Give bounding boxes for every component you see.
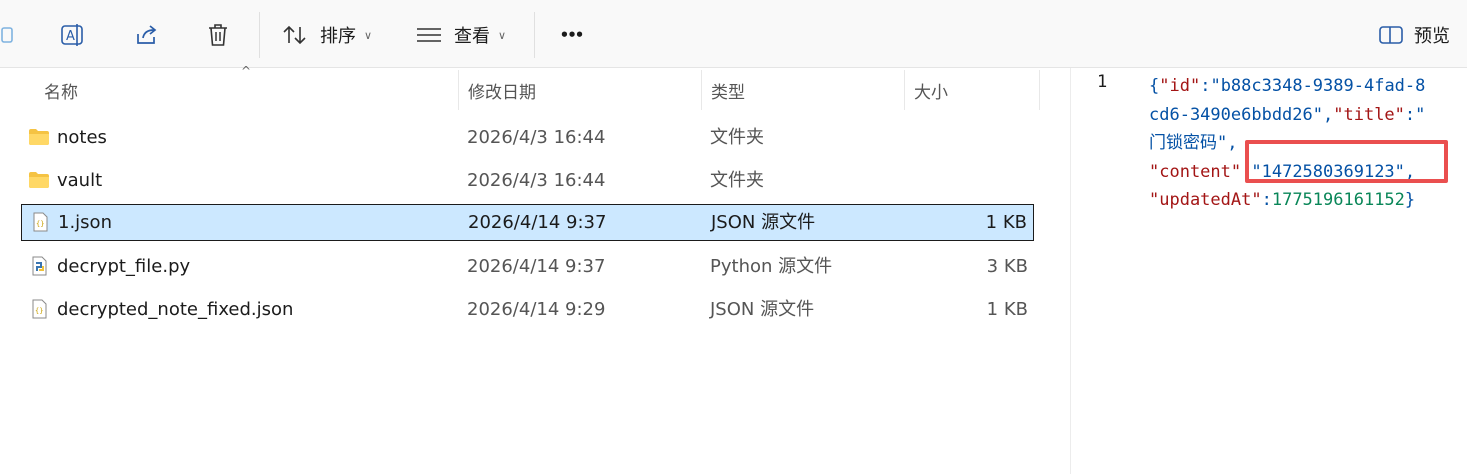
file-row-1-json[interactable]: {} 1.json 2026/4/14 9:37 JSON 源文件 1 KB [21, 204, 1034, 241]
code-token: cd6-3490e6bbdd26" [1149, 104, 1323, 125]
code-line: {"id":"b88c3348-9389-4fad-8 [1149, 72, 1467, 101]
code-line: "updatedAt":1775196161152} [1149, 186, 1467, 215]
code-token: "title" [1333, 104, 1405, 125]
command-bar: A 排序 ∨ 查看 ∨ ••• 预览 [0, 0, 1467, 68]
file-list: ^ 名称 修改日期 类型 大小 notes 2026/4/3 16:44 文件夹… [0, 64, 1040, 474]
file-type: 文件夹 [710, 170, 764, 191]
rename-icon[interactable]: A [50, 14, 96, 56]
column-separator[interactable] [458, 70, 459, 110]
code-token: } [1404, 190, 1416, 210]
file-type: 文件夹 [710, 127, 764, 148]
share-icon[interactable] [124, 14, 170, 56]
file-date: 2026/4/14 9:37 [468, 212, 607, 233]
preview-pane: 1 {"id":"b88c3348-9389-4fad-8 cd6-3490e6b… [1071, 68, 1467, 474]
paste-icon[interactable] [0, 14, 18, 56]
file-date: 2026/4/3 16:44 [467, 127, 606, 148]
file-name: decrypt_file.py [57, 256, 191, 277]
code-token: "b88c3348-9389-4fad-8 [1210, 76, 1426, 96]
file-date: 2026/4/14 9:29 [467, 299, 606, 320]
code-token: "content" [1149, 161, 1242, 182]
toolbar-separator [259, 12, 260, 58]
toolbar-separator [534, 12, 535, 58]
code-token: "updatedAt" [1149, 190, 1262, 210]
file-date: 2026/4/3 16:44 [467, 170, 606, 191]
code-token: { [1149, 76, 1160, 96]
sort-label: 排序 [320, 26, 356, 47]
sort-button[interactable]: 排序 ∨ [276, 14, 380, 56]
svg-text:{}: {} [35, 307, 43, 315]
file-name: decrypted_note_fixed.json [57, 299, 294, 320]
file-type: Python 源文件 [710, 256, 833, 277]
folder-icon [29, 129, 49, 145]
preview-pane-button[interactable]: 预览 [1372, 14, 1462, 56]
file-row-notes[interactable]: notes 2026/4/3 16:44 文件夹 [21, 119, 1034, 156]
view-label: 查看 [454, 26, 490, 47]
column-separator[interactable] [1039, 70, 1040, 110]
file-date: 2026/4/14 9:37 [467, 256, 606, 277]
json-file-icon: {} [32, 299, 47, 319]
code-token: , [1323, 104, 1334, 125]
column-separator[interactable] [904, 70, 905, 110]
code-line: cd6-3490e6bbdd26","title":" [1149, 101, 1467, 130]
file-row-decrypted-note-fixed-json[interactable]: {} decrypted_note_fixed.json 2026/4/14 9… [21, 291, 1034, 328]
code-token: "id" [1159, 76, 1201, 96]
file-row-decrypt-file-py[interactable]: decrypt_file.py 2026/4/14 9:37 Python 源文… [21, 248, 1034, 285]
file-name: vault [57, 170, 103, 191]
code-token: " [1415, 104, 1426, 125]
json-file-icon: {} [33, 212, 48, 232]
column-header-date[interactable]: 修改日期 [468, 68, 698, 112]
line-number: 1 [1097, 72, 1108, 92]
file-type: JSON 源文件 [710, 299, 815, 320]
file-size: 1 KB [985, 212, 1027, 233]
code-token: 门锁密码" [1149, 133, 1228, 153]
code-token: 1775196161152 [1271, 190, 1405, 210]
view-list-icon [417, 28, 441, 42]
file-name: 1.json [58, 212, 112, 233]
chevron-down-icon: ∨ [498, 28, 507, 42]
file-type: JSON 源文件 [711, 212, 816, 233]
file-name: notes [57, 127, 107, 148]
delete-icon[interactable] [195, 14, 241, 56]
folder-icon [29, 172, 49, 188]
code-token: , [1227, 133, 1238, 153]
column-header-size[interactable]: 大小 [914, 68, 1034, 112]
preview-pane-icon [1379, 26, 1403, 44]
code-token: : [1200, 76, 1211, 96]
highlight-box [1245, 140, 1448, 183]
column-separator[interactable] [701, 70, 702, 110]
file-size: 1 KB [986, 299, 1028, 320]
preview-label: 预览 [1414, 26, 1450, 47]
code-token: : [1404, 104, 1416, 125]
sort-icon [283, 25, 306, 45]
svg-text:{}: {} [36, 220, 44, 228]
file-row-vault[interactable]: vault 2026/4/3 16:44 文件夹 [21, 162, 1034, 199]
column-header-name[interactable]: 名称 [44, 68, 454, 112]
more-options-icon[interactable]: ••• [550, 14, 592, 56]
file-size: 3 KB [986, 256, 1028, 277]
code-token: : [1261, 190, 1272, 210]
view-button[interactable]: 查看 ∨ [410, 14, 514, 56]
svg-text:A: A [66, 29, 75, 44]
chevron-down-icon: ∨ [364, 28, 373, 42]
python-file-icon [32, 256, 47, 276]
column-header-type[interactable]: 类型 [711, 68, 901, 112]
